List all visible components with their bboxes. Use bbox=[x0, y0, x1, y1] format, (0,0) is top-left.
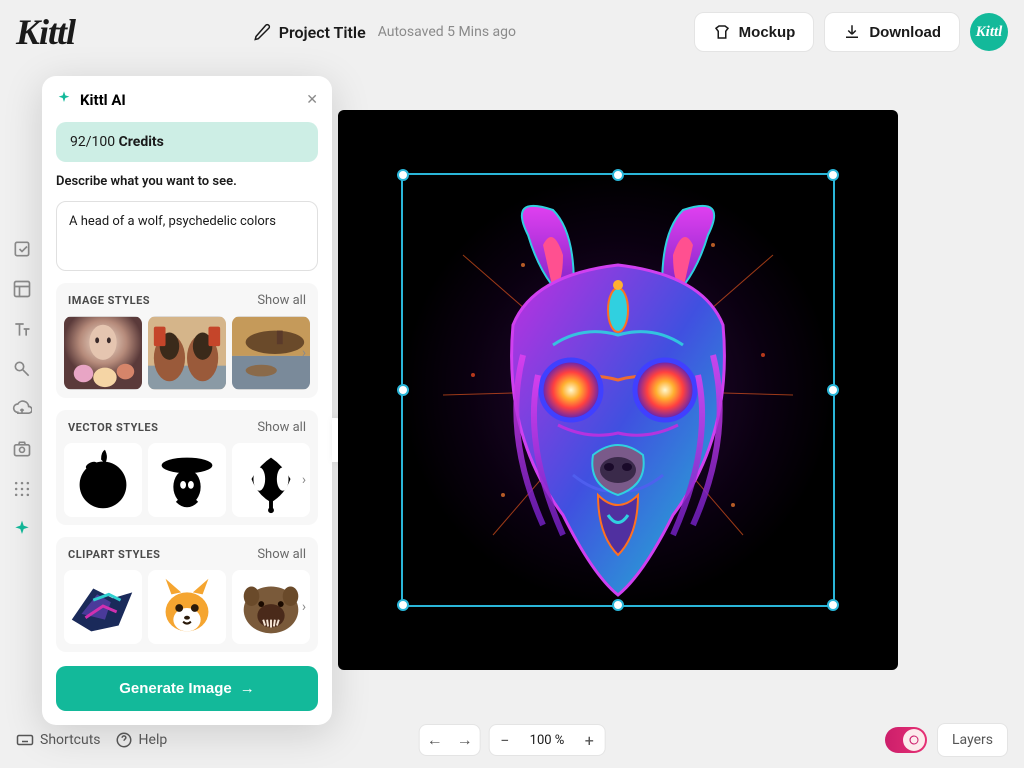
image-styles-section: IMAGE STYLES Show all › bbox=[56, 283, 318, 398]
clipart-style-thumb[interactable] bbox=[148, 570, 226, 644]
help-label: Help bbox=[139, 732, 168, 748]
help-button[interactable]: Help bbox=[115, 731, 168, 749]
download-icon bbox=[843, 23, 861, 41]
grid-tool[interactable] bbox=[11, 478, 33, 500]
credits-count: 92/100 bbox=[70, 134, 115, 150]
vector-style-thumb[interactable] bbox=[64, 443, 142, 517]
download-label: Download bbox=[869, 24, 941, 41]
upload-tool[interactable] bbox=[11, 398, 33, 420]
zoom-level: 100 % bbox=[520, 733, 575, 748]
clipart-style-thumb[interactable] bbox=[64, 570, 142, 644]
help-icon bbox=[115, 731, 133, 749]
vector-style-thumb[interactable] bbox=[148, 443, 226, 517]
download-button[interactable]: Download bbox=[824, 12, 960, 52]
top-bar: Kittl Project Title Autosaved 5 Mins ago… bbox=[0, 0, 1024, 64]
zoom-in-button[interactable]: + bbox=[574, 725, 604, 755]
project-title: Project Title bbox=[279, 23, 366, 42]
generate-label: Generate Image bbox=[119, 680, 232, 697]
describe-label: Describe what you want to see. bbox=[56, 174, 318, 189]
vector-styles-show-all[interactable]: Show all bbox=[257, 420, 306, 435]
brand-logo: Kittl bbox=[16, 11, 75, 53]
vector-style-thumb[interactable] bbox=[232, 443, 310, 517]
mode-toggle[interactable] bbox=[885, 727, 927, 753]
undo-button[interactable]: ← bbox=[420, 725, 450, 755]
text-tool[interactable] bbox=[11, 318, 33, 340]
image-styles-show-all[interactable]: Show all bbox=[257, 293, 306, 308]
panel-title: Kittl AI bbox=[80, 91, 298, 109]
shape-tool[interactable] bbox=[11, 358, 33, 380]
vector-styles-section: VECTOR STYLES Show all › bbox=[56, 410, 318, 525]
clipart-style-thumb[interactable] bbox=[232, 570, 310, 644]
clipart-styles-section: CLIPART STYLES Show all › bbox=[56, 537, 318, 652]
sparkle-icon bbox=[56, 90, 72, 110]
zoom-control: − 100 % + bbox=[489, 724, 606, 756]
vector-styles-title: VECTOR STYLES bbox=[68, 421, 158, 434]
clipart-styles-title: CLIPART STYLES bbox=[68, 548, 160, 561]
generated-artwork[interactable] bbox=[403, 175, 833, 605]
credits-word: Credits bbox=[119, 134, 164, 150]
canvas-stage[interactable] bbox=[338, 110, 898, 670]
history-nav: ← → bbox=[419, 724, 481, 756]
toggle-knob bbox=[903, 729, 925, 751]
mockup-button[interactable]: Mockup bbox=[694, 12, 815, 52]
image-style-thumb[interactable] bbox=[148, 316, 226, 390]
arrow-right-icon: → bbox=[240, 680, 255, 697]
bottom-bar: Shortcuts Help ← → − 100 % + Layers bbox=[0, 712, 1024, 768]
left-toolbar bbox=[8, 238, 36, 540]
image-style-thumb[interactable] bbox=[232, 316, 310, 390]
credits-badge: 92/100 Credits bbox=[56, 122, 318, 162]
ai-panel: Kittl AI ✕ 92/100 Credits Describe what … bbox=[42, 76, 332, 725]
zoom-out-button[interactable]: − bbox=[490, 725, 520, 755]
wolf-artwork-image bbox=[403, 175, 833, 605]
edit-tool[interactable] bbox=[11, 238, 33, 260]
keyboard-icon bbox=[16, 731, 34, 749]
layers-button[interactable]: Layers bbox=[937, 723, 1008, 757]
avatar[interactable]: Kittl bbox=[970, 13, 1008, 51]
palette-icon bbox=[908, 734, 920, 746]
project-title-area[interactable]: Project Title Autosaved 5 Mins ago bbox=[91, 23, 678, 42]
autosave-status: Autosaved 5 Mins ago bbox=[378, 24, 516, 40]
template-tool[interactable] bbox=[11, 278, 33, 300]
top-actions: Mockup Download Kittl bbox=[694, 12, 1008, 52]
image-styles-title: IMAGE STYLES bbox=[68, 294, 150, 307]
shirt-icon bbox=[713, 23, 731, 41]
photo-tool[interactable] bbox=[11, 438, 33, 460]
shortcuts-label: Shortcuts bbox=[40, 732, 101, 748]
panel-header: Kittl AI ✕ bbox=[56, 90, 318, 110]
ai-tool[interactable] bbox=[11, 518, 33, 540]
generate-button[interactable]: Generate Image → bbox=[56, 666, 318, 711]
redo-button[interactable]: → bbox=[450, 725, 480, 755]
clipart-styles-show-all[interactable]: Show all bbox=[257, 547, 306, 562]
prompt-input[interactable] bbox=[56, 201, 318, 271]
pencil-icon bbox=[253, 23, 271, 41]
mockup-label: Mockup bbox=[739, 24, 796, 41]
close-icon[interactable]: ✕ bbox=[306, 92, 318, 108]
shortcuts-button[interactable]: Shortcuts bbox=[16, 731, 101, 749]
image-style-thumb[interactable] bbox=[64, 316, 142, 390]
